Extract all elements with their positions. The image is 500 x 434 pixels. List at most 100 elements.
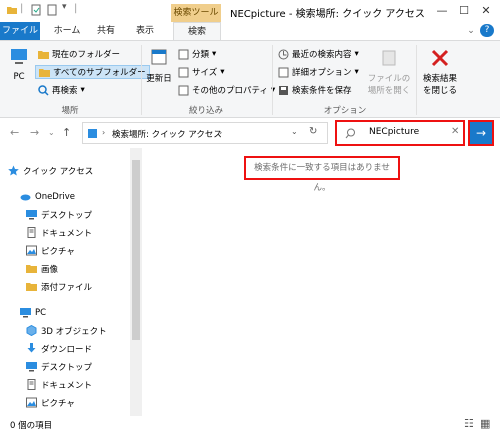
save-search-label: 検索条件を保存 (292, 86, 352, 96)
collapse-ribbon-icon[interactable]: ⌄ (464, 22, 478, 40)
open-location-label-line2: 場所を開く (367, 86, 411, 96)
tab-view[interactable]: 表示 (130, 22, 160, 40)
download-icon (27, 343, 36, 353)
chevron-down-icon: ▾ (212, 49, 217, 59)
nav-item-images-folder[interactable]: 画像 (26, 260, 58, 277)
tab-home[interactable]: ホーム (50, 22, 84, 40)
folder-icon (7, 7, 17, 14)
pc-icon (20, 308, 31, 318)
nav-item-pc-pictures[interactable]: ピクチャ (26, 394, 75, 411)
refresh-icon[interactable]: ↻ (309, 126, 317, 137)
nav-item-documents[interactable]: ドキュメント (26, 224, 92, 241)
tab-search[interactable]: 検索 (173, 22, 221, 40)
size-button[interactable]: サイズ ▾ (178, 65, 225, 79)
nav-item-label: PC (35, 307, 47, 318)
nav-item-attachments-folder[interactable]: 添付ファイル (26, 278, 92, 295)
open-file-location-button[interactable]: ファイルの 場所を開く (366, 47, 412, 96)
close-search-button[interactable]: 検索結果 を閉じる (418, 47, 462, 96)
size-icon (178, 67, 189, 77)
nav-item-label: ドキュメント (41, 228, 93, 239)
current-folder-label: 現在のフォルダー (52, 50, 121, 60)
pc-button[interactable]: PC (6, 47, 32, 82)
search-again-button[interactable]: 再検索 ▾ (38, 83, 85, 97)
large-icons-view-icon[interactable]: ▦ (480, 417, 490, 430)
folder-icon (26, 283, 37, 291)
close-search-label-line2: を閉じる (422, 86, 457, 96)
arrow-right-icon: → (475, 126, 487, 140)
chevron-down-icon: ▾ (354, 67, 359, 77)
new-folder-icon[interactable] (46, 4, 58, 16)
address-dropdown-icon[interactable]: ⌄ (291, 127, 298, 136)
picture-icon (26, 245, 37, 256)
breadcrumb-chevron-icon[interactable]: › (102, 128, 105, 137)
qat-dropdown-icon[interactable]: ▾ (62, 2, 74, 14)
search-icon (345, 128, 355, 139)
nav-item-label: ピクチャ (41, 246, 75, 257)
search-box[interactable]: NECpicture ✕ (335, 120, 465, 146)
search-go-button[interactable]: → (468, 120, 494, 146)
nav-item-desktop[interactable]: デスクトップ (26, 206, 92, 223)
clear-search-icon[interactable]: ✕ (451, 126, 459, 137)
advanced-options-button[interactable]: 詳細オプション ▾ (278, 65, 359, 79)
nav-item-quick-access[interactable]: クイック アクセス (8, 162, 93, 179)
nav-item-onedrive[interactable]: OneDrive (20, 188, 75, 205)
maximize-button[interactable]: ☐ (454, 2, 474, 20)
group-divider (416, 45, 417, 115)
calendar-icon (151, 49, 167, 65)
nav-item-downloads[interactable]: ダウンロード (26, 340, 92, 357)
search-again-icon (38, 84, 49, 96)
details-view-icon[interactable]: ☷ (464, 417, 474, 430)
folder-icon (26, 265, 37, 273)
nav-scrollbar[interactable] (130, 148, 142, 416)
ribbon-tabs: ファイル ホーム 共有 表示 検索 ⌄ ? (0, 22, 500, 40)
properties-icon[interactable] (30, 4, 42, 16)
nav-item-label: ダウンロード (41, 344, 93, 355)
help-icon[interactable]: ? (480, 24, 494, 37)
recent-searches-icon (278, 49, 289, 59)
nav-item-3d-objects[interactable]: 3D オブジェクト (26, 322, 107, 339)
address-toolbar: ← → ⌄ ↑ › 検索場所: クイック アクセス › ⌄ ↻ NECpictu… (0, 118, 500, 148)
nav-item-pictures[interactable]: ピクチャ (26, 242, 75, 259)
other-properties-button[interactable]: その他のプロパティ ▾ (178, 83, 275, 97)
close-button[interactable]: ✕ (476, 2, 496, 20)
recent-searches-button[interactable]: 最近の検索内容 ▾ (278, 47, 359, 61)
pc-label: PC (13, 72, 25, 82)
open-location-label-line1: ファイルの (367, 74, 411, 84)
separator: | (74, 3, 78, 14)
ribbon: PC 現在のフォルダー すべてのサブフォルダー 再検索 ▾ 場所 更新日 分類 … (0, 40, 500, 118)
recent-searches-label: 最近の検索内容 (292, 50, 352, 60)
desktop-icon (26, 362, 37, 372)
desktop-icon (26, 210, 37, 220)
address-path[interactable]: 検索場所: クイック アクセス (112, 128, 222, 140)
minimize-button[interactable]: — (432, 2, 452, 20)
close-search-icon (431, 49, 449, 67)
breadcrumb-chevron-icon[interactable]: › (219, 128, 222, 137)
nav-item-label: 添付ファイル (41, 282, 93, 293)
search-input[interactable]: NECpicture (369, 127, 419, 137)
location-group-label: 場所 (61, 106, 79, 116)
cloud-icon (20, 194, 31, 201)
cube-icon (26, 325, 37, 336)
nav-item-pc-desktop[interactable]: デスクトップ (26, 358, 92, 375)
nav-scrollbar-thumb[interactable] (132, 160, 140, 340)
nav-item-pc-documents[interactable]: ドキュメント (26, 376, 92, 393)
kind-button[interactable]: 分類 ▾ (178, 47, 216, 61)
nav-item-label: デスクトップ (41, 210, 93, 221)
all-subfolders-button[interactable]: すべてのサブフォルダー (35, 65, 150, 79)
document-icon (27, 379, 36, 390)
back-arrow-icon[interactable]: ← (10, 126, 19, 139)
nav-item-label: デスクトップ (41, 362, 93, 373)
tab-share[interactable]: 共有 (92, 22, 120, 40)
up-arrow-icon[interactable]: ↑ (62, 126, 71, 139)
nav-item-pc[interactable]: PC (20, 304, 46, 321)
forward-arrow-icon[interactable]: → (30, 126, 39, 139)
kind-icon (178, 49, 189, 59)
save-icon (279, 85, 288, 95)
nav-item-label: 画像 (41, 264, 59, 275)
address-bar[interactable]: › 検索場所: クイック アクセス › ⌄ ↻ (82, 122, 328, 144)
tab-file[interactable]: ファイル (0, 22, 40, 40)
save-search-button[interactable]: 検索条件を保存 (278, 83, 352, 97)
recent-locations-icon[interactable]: ⌄ (48, 128, 55, 137)
date-modified-button[interactable]: 更新日 (144, 47, 174, 84)
current-folder-button[interactable]: 現在のフォルダー (38, 47, 120, 61)
